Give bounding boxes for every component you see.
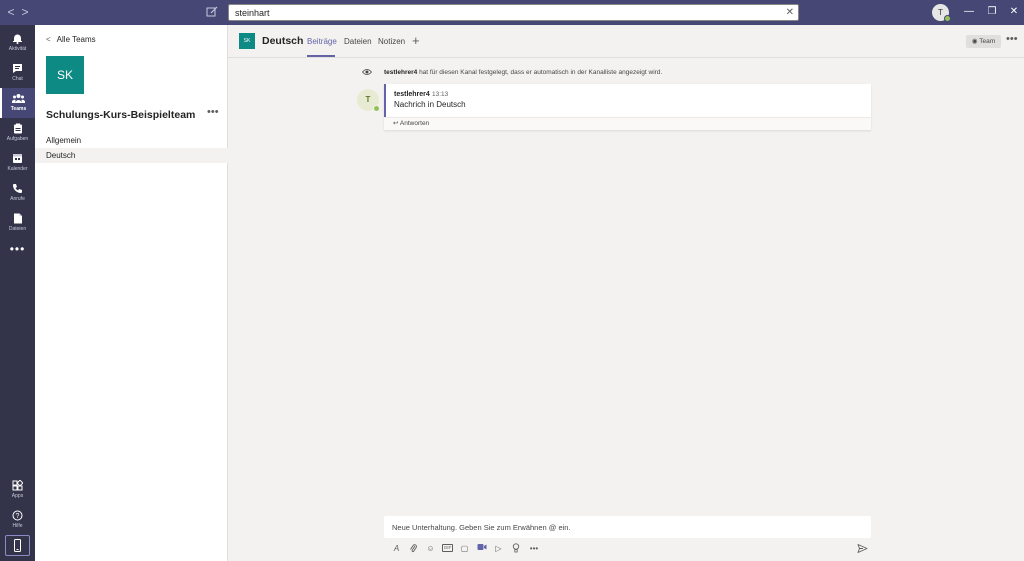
message-card[interactable]: testlehrer4 13:13 Nachrich in Deutsch [384,84,871,117]
presence-available-icon [944,15,951,22]
more-options-icon[interactable]: ••• [527,543,541,554]
channel-item-allgemein[interactable]: Allgemein [35,133,228,148]
team-button[interactable]: ◉ Team [966,35,1001,48]
rail-label: Aktivität [8,46,27,52]
tab-notizen[interactable]: Notizen [378,37,405,46]
reply-button[interactable]: ↩ Antworten [384,117,871,130]
add-tab-icon[interactable]: + [412,33,420,48]
maximize-button[interactable]: ❐ [985,5,999,19]
mobile-device-button[interactable] [5,535,30,556]
chevron-left-icon: < [46,35,51,44]
system-message-text: hat für diesen Kanal festgelegt, dass er… [419,69,663,76]
send-icon[interactable] [857,543,868,554]
rail-item-calendar[interactable]: Kalender [0,148,35,178]
channel-title: Deutsch [262,35,304,47]
team-button-label: Team [979,38,996,45]
close-button[interactable]: ✕ [1007,5,1021,19]
praise-icon[interactable] [510,543,521,554]
gif-icon[interactable]: GIF [442,544,453,552]
channel-header: SK Deutsch Beiträge Dateien Notizen + ◉ … [228,25,1024,58]
minimize-button[interactable]: — [962,5,976,19]
team-avatar[interactable]: SK [46,56,84,94]
rail-item-assignments[interactable]: Aufgaben [0,118,35,148]
tab-beitraege[interactable]: Beiträge [307,37,337,46]
help-icon: ? [12,510,23,521]
title-bar: < > steinhart ✕ T — ❐ ✕ [0,0,1024,25]
search-value: steinhart [235,8,270,18]
rail-label: Kalender [7,166,28,172]
assignments-icon [13,123,22,134]
teams-panel: < Alle Teams SK Schulungs-Kurs-Beispielte… [35,25,228,561]
rail-item-help[interactable]: ? Hilfe [0,505,35,535]
rail-item-teams[interactable]: Teams [0,88,35,118]
rail-label: Dateien [8,226,27,232]
calendar-icon [13,154,22,163]
avatar-initial: T [365,95,371,104]
more-apps-icon[interactable]: ••• [0,242,35,256]
header-more-options-icon[interactable]: ••• [1006,33,1018,45]
clear-search-icon[interactable]: ✕ [786,7,794,18]
message-timestamp: 13:13 [432,91,449,98]
message-avatar[interactable]: T [357,89,380,112]
team-name: Schulungs-Kurs-Beispielteam [46,109,196,121]
back-arrow-icon[interactable]: < [4,5,18,19]
rail-item-calls[interactable]: Anrufe [0,178,35,208]
search-input[interactable]: steinhart ✕ [228,4,799,21]
system-message: testlehrer4 hat für diesen Kanal festgel… [384,69,662,76]
all-teams-link[interactable]: < Alle Teams [46,35,96,44]
reply-label: Antworten [399,120,430,127]
user-avatar[interactable]: T [932,4,951,22]
reply-icon: ↩ [393,120,399,127]
emoji-icon[interactable]: ☺ [425,543,436,554]
message-author: testlehrer4 [394,91,430,98]
apps-icon [12,480,23,491]
channel-item-deutsch[interactable]: Deutsch [35,148,228,163]
message-text: Nachrich in Deutsch [394,100,466,109]
avatar-initial: T [938,8,943,17]
team-more-options-icon[interactable]: ••• [207,106,219,118]
presence-available-icon [373,105,380,112]
rail-label: Hilfe [12,523,23,529]
forward-arrow-icon[interactable]: > [18,5,32,19]
rail-item-activity[interactable]: Aktivität [0,28,35,58]
meet-now-icon[interactable] [476,543,487,554]
chat-icon [13,64,22,73]
rail-label: Apps [11,493,24,499]
eye-icon [362,69,372,75]
rail-item-files[interactable]: Dateien [0,208,35,238]
rail-label: Teams [10,106,27,112]
channel-team-avatar: SK [239,33,255,49]
attach-icon[interactable] [408,543,419,554]
system-message-author: testlehrer4 [384,69,418,76]
new-chat-icon[interactable] [206,6,218,18]
mobile-phone-icon [14,539,21,552]
rail-label: Anrufe [10,196,25,202]
compose-placeholder: Neue Unterhaltung. Geben Sie zum Erwähne… [392,523,571,532]
svg-text:?: ? [16,513,20,520]
files-icon [13,213,22,224]
bell-icon [13,34,22,44]
rail-label: Aufgaben [6,136,29,142]
new-conversation-input[interactable]: Neue Unterhaltung. Geben Sie zum Erwähne… [384,516,871,538]
phone-icon [13,184,22,193]
sticker-icon[interactable]: ▢ [459,543,470,554]
teams-icon [12,94,25,103]
active-tab-indicator [307,55,335,57]
all-teams-label: Alle Teams [56,35,96,44]
format-icon[interactable]: A [391,543,402,554]
tab-dateien[interactable]: Dateien [344,37,372,46]
app-rail: Aktivität Chat Teams Aufgaben Kalender A… [0,25,35,561]
rail-item-apps[interactable]: Apps [0,475,35,505]
rail-label: Chat [12,76,23,82]
stream-icon[interactable]: ▷ [493,543,504,554]
rail-item-chat[interactable]: Chat [0,58,35,88]
